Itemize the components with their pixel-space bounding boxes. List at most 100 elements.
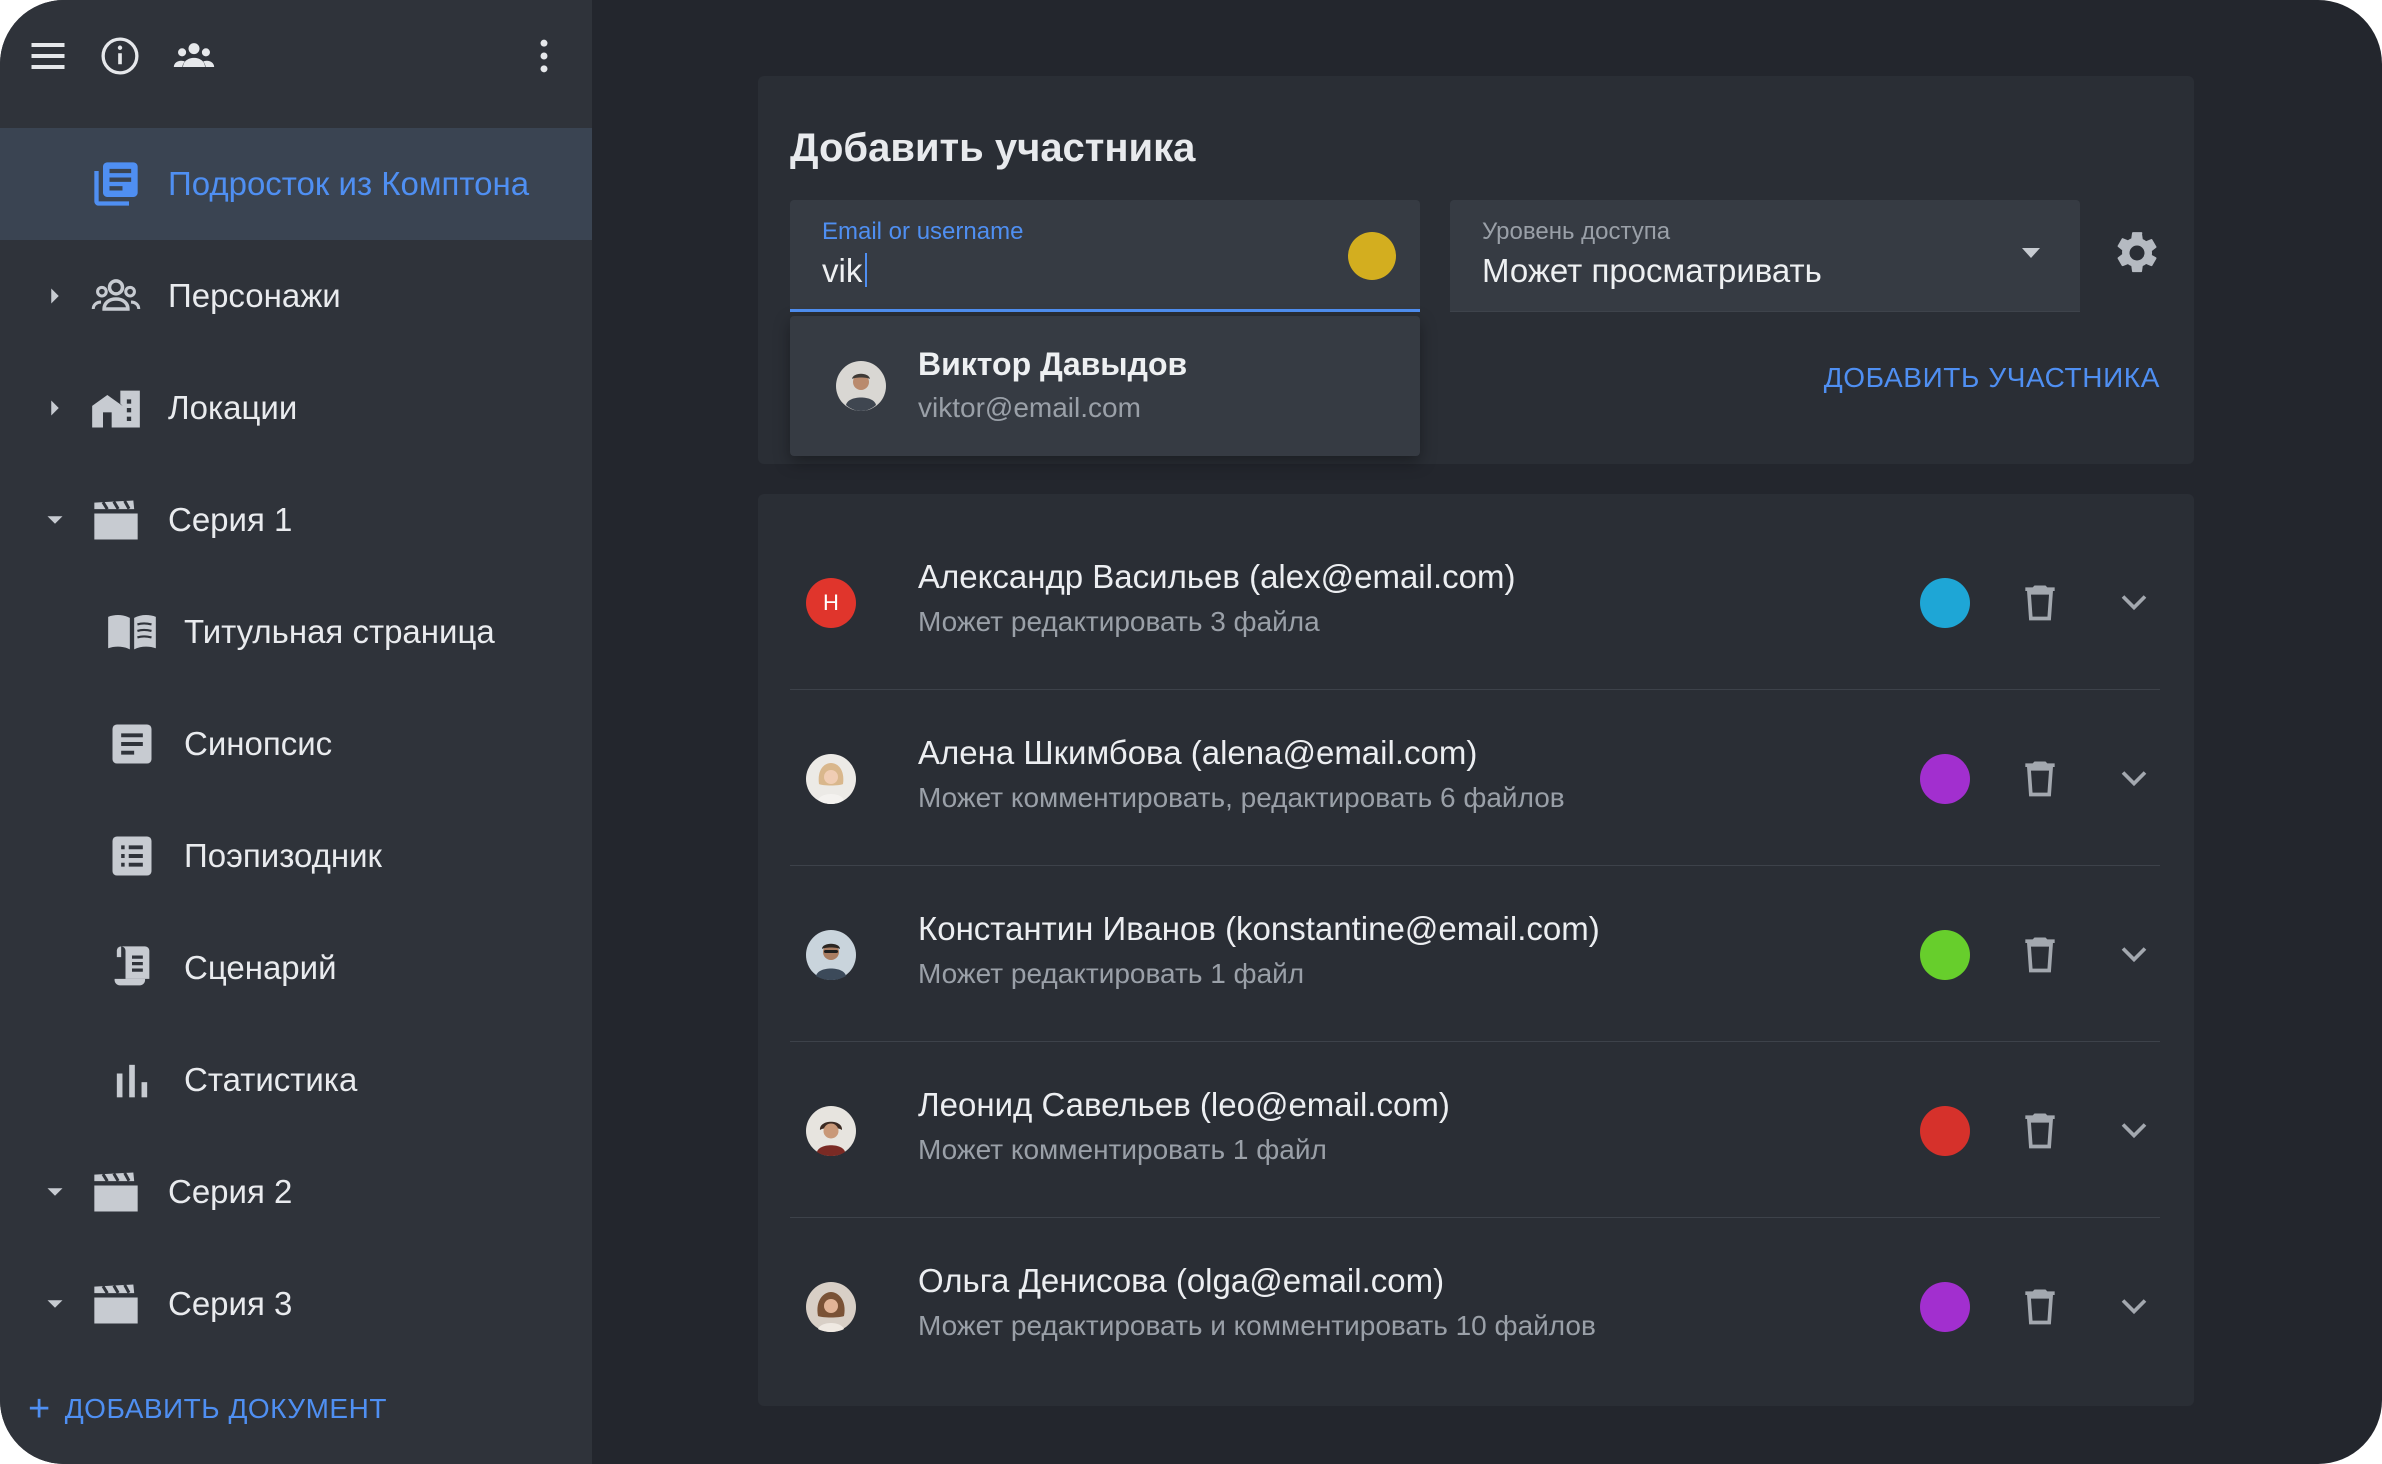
member-permissions: Может комментировать 1 файл (918, 1134, 1327, 1165)
member-name: Константин Иванов (konstantine@email.com… (918, 910, 1600, 947)
trash-icon[interactable] (2018, 1284, 2062, 1328)
member-permissions: Может редактировать и комментировать 10 … (918, 1310, 1596, 1341)
sidebar-item-label: Подросток из Комптона (168, 165, 530, 202)
sidebar-item-label: Серия 3 (168, 1285, 293, 1322)
buildings-icon (90, 382, 142, 434)
people-icon[interactable] (172, 34, 216, 78)
sidebar-item-synopsis[interactable]: Синопсис (0, 688, 592, 800)
access-level-label: Уровень доступа (1482, 218, 1671, 245)
member-name: Ольга Денисова (olga@email.com) (918, 1262, 1445, 1299)
caret-down-icon[interactable] (40, 1289, 70, 1319)
chevron-down-icon[interactable] (2112, 1108, 2156, 1152)
sidebar-item-series-2[interactable]: Серия 2 (0, 1136, 592, 1248)
member-color-dot[interactable] (1920, 754, 1970, 804)
member-row[interactable]: Константин Иванов (konstantine@email.com… (790, 866, 2160, 1042)
chevron-down-icon[interactable] (2112, 932, 2156, 976)
member-name: Алена Шкимбова (alena@email.com) (918, 734, 1478, 771)
avatar (806, 930, 856, 980)
sidebar-item-project[interactable]: Подросток из Комптона (0, 128, 592, 240)
clapperboard-icon (90, 1166, 142, 1218)
text-cursor (865, 253, 868, 287)
member-color-dot[interactable] (1920, 578, 1970, 628)
sidebar-item-label: Серия 2 (168, 1173, 293, 1210)
sidebar-item-label: Локации (168, 389, 298, 426)
trash-icon[interactable] (2018, 580, 2062, 624)
member-row[interactable]: Алена Шкимбова (alena@email.com) Может к… (790, 690, 2160, 866)
email-field[interactable]: Email or username vik (790, 200, 1420, 312)
sidebar-item-locations[interactable]: Локации (0, 352, 592, 464)
caret-right-icon[interactable] (40, 393, 70, 423)
email-field-label: Email or username (822, 218, 1024, 245)
user-suggestion[interactable]: Виктор Давыдов viktor@email.com (790, 316, 1420, 456)
sidebar-item-label: Синопсис (184, 725, 333, 762)
list-alt-icon (106, 830, 158, 882)
avatar (806, 1282, 856, 1332)
member-name: Александр Васильев (alex@email.com) (918, 558, 1516, 595)
sidebar-item-characters[interactable]: Персонажи (0, 240, 592, 352)
groups-icon (90, 270, 142, 322)
email-input[interactable]: vik (822, 252, 868, 290)
sidebar-item-statistics[interactable]: Статистика (0, 1024, 592, 1136)
sidebar-item-label: Сценарий (184, 949, 337, 986)
book-open-icon (106, 606, 158, 658)
dropdown-arrow-icon[interactable] (2022, 248, 2040, 258)
add-member-title: Добавить участника (790, 126, 1196, 170)
member-color-dot[interactable] (1920, 1106, 1970, 1156)
suggestion-email: viktor@email.com (918, 392, 1141, 423)
avatar (806, 1106, 856, 1156)
chevron-down-icon[interactable] (2112, 580, 2156, 624)
article-icon (106, 718, 158, 770)
sidebar-item-title-page[interactable]: Титульная страница (0, 576, 592, 688)
sidebar-item-outline[interactable]: Поэпизодник (0, 800, 592, 912)
member-row[interactable]: Леонид Савельев (leo@email.com) Может ко… (790, 1042, 2160, 1218)
chevron-down-icon[interactable] (2112, 1284, 2156, 1328)
chevron-down-icon[interactable] (2112, 756, 2156, 800)
sidebar: Подросток из Комптона Персонажи Локации (0, 0, 592, 1464)
menu-icon[interactable] (26, 34, 70, 78)
document-tree: Подросток из Комптона Персонажи Локации (0, 128, 592, 1360)
gear-icon[interactable] (2112, 228, 2162, 278)
sidebar-item-label: Титульная страница (184, 613, 495, 650)
member-permissions: Может редактировать 3 файла (918, 606, 1320, 637)
sidebar-item-script[interactable]: Сценарий (0, 912, 592, 1024)
add-document-label: ДОБАВИТЬ ДОКУМЕНТ (64, 1393, 387, 1424)
member-permissions: Может редактировать 1 файл (918, 958, 1305, 989)
member-color-dot[interactable] (1920, 930, 1970, 980)
member-name: Леонид Савельев (leo@email.com) (918, 1086, 1450, 1123)
bar-chart-icon (106, 1054, 158, 1106)
member-row[interactable]: Н Александр Васильев (alex@email.com) Мо… (790, 514, 2160, 690)
avatar (836, 361, 886, 411)
email-input-value: vik (822, 252, 863, 289)
sidebar-item-series-3[interactable]: Серия 3 (0, 1248, 592, 1360)
member-permissions: Может комментировать, редактировать 6 фа… (918, 782, 1565, 813)
sidebar-item-series-1[interactable]: Серия 1 (0, 464, 592, 576)
avatar: Н (806, 578, 856, 628)
member-color-picker[interactable] (1348, 232, 1396, 280)
access-level-select[interactable]: Уровень доступа Может просматривать (1450, 200, 2080, 312)
member-row[interactable]: Ольга Денисова (olga@email.com) Может ре… (790, 1218, 2160, 1394)
clapperboard-icon (90, 1278, 142, 1330)
trash-icon[interactable] (2018, 756, 2062, 800)
app-window: Подросток из Комптона Персонажи Локации (0, 0, 2382, 1464)
script-scroll-icon (106, 942, 158, 994)
sidebar-item-label: Статистика (184, 1061, 358, 1098)
clapperboard-icon (90, 494, 142, 546)
sidebar-item-label: Персонажи (168, 277, 341, 314)
caret-down-icon[interactable] (40, 505, 70, 535)
trash-icon[interactable] (2018, 932, 2062, 976)
plus-icon: + (28, 1388, 51, 1430)
more-vert-icon[interactable] (522, 34, 566, 78)
caret-down-icon[interactable] (40, 1177, 70, 1207)
add-document-button[interactable]: + ДОБАВИТЬ ДОКУМЕНТ (28, 1390, 387, 1428)
suggestion-name: Виктор Давыдов (918, 346, 1188, 382)
library-books-icon (90, 158, 142, 210)
members-list: Н Александр Васильев (alex@email.com) Мо… (758, 494, 2194, 1406)
caret-right-icon[interactable] (40, 281, 70, 311)
member-color-dot[interactable] (1920, 1282, 1970, 1332)
access-level-value: Может просматривать (1482, 252, 1822, 289)
trash-icon[interactable] (2018, 1108, 2062, 1152)
sidebar-toolbar (0, 0, 592, 112)
info-icon[interactable] (98, 34, 142, 78)
sidebar-item-label: Поэпизодник (184, 837, 382, 874)
add-member-button[interactable]: ДОБАВИТЬ УЧАСТНИКА (1824, 362, 2160, 394)
